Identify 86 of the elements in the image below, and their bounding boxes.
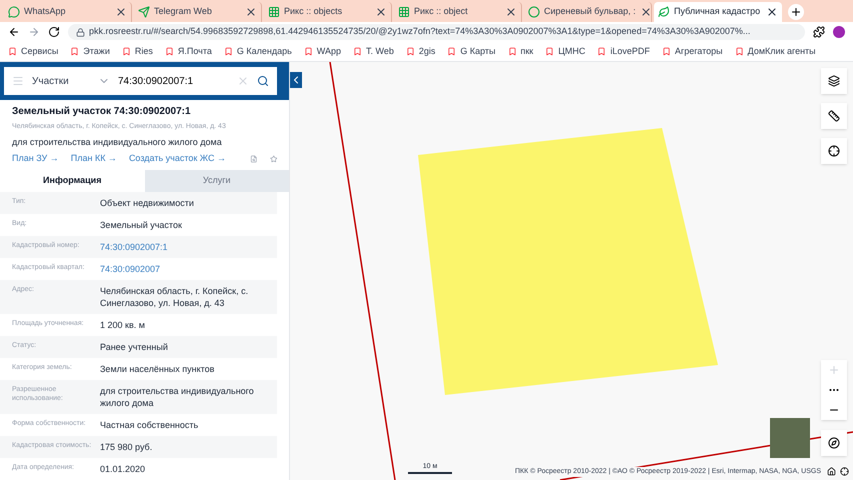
grid-icon — [268, 6, 280, 18]
bookmark-icon — [8, 47, 17, 56]
bookmark[interactable]: G Карты — [447, 44, 496, 58]
bookmark[interactable]: пкк — [508, 44, 534, 58]
search-document-icon[interactable] — [250, 152, 258, 165]
bookmark[interactable]: Агрегаторы — [662, 44, 723, 58]
field-value: Земельный участок — [100, 218, 182, 230]
bookmark-icon — [545, 47, 554, 56]
ruler-icon — [828, 110, 840, 122]
field-value: 01.01.2020 — [100, 462, 146, 474]
field-value: 175 980 руб. — [100, 440, 152, 452]
reload-icon[interactable] — [48, 26, 60, 38]
forward-icon[interactable] — [28, 26, 40, 38]
bookmark-icon — [70, 47, 80, 56]
field-value: Земли населённых пунктов — [100, 362, 214, 374]
bookmark[interactable]: Этажи — [70, 44, 110, 58]
bookmark[interactable]: 2gis — [406, 44, 436, 58]
layers-icon — [828, 75, 840, 87]
panel-tab[interactable]: Услуги — [144, 170, 289, 192]
crosshair-icon[interactable] — [840, 467, 849, 476]
bookmark-icon — [734, 47, 744, 56]
paper-plane-icon — [138, 6, 150, 18]
bookmark[interactable]: ЦМНС — [545, 44, 586, 58]
bookmark-icon — [164, 47, 174, 56]
avatar[interactable] — [833, 26, 845, 38]
bookmark-icon — [352, 47, 362, 56]
bookmark[interactable]: Ries — [122, 44, 153, 58]
field-value: для строительства индивидуального жилого дома — [100, 384, 255, 408]
new-tab-icon[interactable] — [788, 4, 804, 20]
star-icon[interactable] — [270, 152, 277, 165]
search-field[interactable]: 74:30:0902007:1 — [118, 74, 229, 88]
extensions-icon[interactable] — [813, 26, 825, 38]
satellite-thumbnail[interactable] — [770, 418, 810, 458]
bookmark-icon — [662, 47, 671, 56]
crosshair-icon — [828, 145, 840, 157]
field-value: Объект недвижимости — [100, 196, 194, 208]
field-value: Челябинская область, г. Копейск, с. Синеглазово, ул. Новая, д. 43 — [100, 284, 250, 308]
category-select[interactable]: Участки — [32, 74, 90, 88]
close-icon[interactable] — [640, 6, 652, 18]
close-icon[interactable] — [115, 6, 127, 18]
bookmark[interactable]: G Календарь — [224, 44, 292, 58]
circle-icon — [528, 6, 540, 18]
bookmark-icon — [122, 47, 131, 56]
bookmark[interactable]: Сервисы — [8, 44, 58, 58]
home-icon[interactable] — [827, 467, 836, 476]
ruler-button[interactable] — [821, 103, 847, 129]
chat-icon — [8, 6, 20, 18]
object-purpose: для строительства индивидуального жилого дома — [12, 136, 223, 149]
bookmark[interactable]: ДомКлик агенты — [734, 44, 816, 58]
bookmark-icon — [406, 47, 415, 56]
plus-icon — [828, 364, 840, 376]
link[interactable]: План КК → — [70, 152, 117, 166]
bookmark-icon — [508, 47, 516, 56]
address-bar[interactable]: pkk.rosreestr.ru/#/search/54.99683592729898,61.442946135524735/20/@2y1wz7ofn?text=74%3A30%3A0902007%3A1&type=1&opened=74%3A30%3A902007%... — [68, 24, 805, 40]
close-icon[interactable] — [375, 6, 387, 18]
search-icon[interactable] — [257, 75, 269, 87]
back-icon[interactable] — [8, 26, 20, 38]
leaf-icon — [658, 6, 670, 18]
compass-icon — [828, 437, 840, 449]
bookmark[interactable]: T. Web — [352, 44, 394, 58]
field-link[interactable]: 74:30:0902007:1 — [100, 240, 168, 252]
bookmark-icon — [447, 47, 456, 56]
field-value: 1 200 кв. м — [100, 318, 145, 330]
layers-button[interactable] — [821, 68, 847, 94]
scale-bar — [408, 472, 452, 474]
close-icon[interactable] — [505, 6, 517, 18]
compass-button[interactable] — [821, 430, 847, 456]
bookmark[interactable]: Я.Почта — [164, 44, 212, 58]
field-value: Ранее учтенный — [100, 340, 168, 352]
bookmark[interactable]: iLovePDF — [597, 44, 650, 58]
link[interactable]: Создать участок ЖС → — [128, 152, 226, 166]
grid-icon — [398, 6, 410, 18]
close-icon[interactable] — [245, 6, 257, 18]
locate-button[interactable] — [821, 138, 847, 164]
object-title: Земельный участок 74:30:0902007:1 — [12, 105, 192, 119]
collapse-icon[interactable] — [290, 72, 302, 88]
close-icon[interactable] — [766, 6, 778, 18]
link[interactable]: План ЗУ → — [12, 152, 59, 166]
bookmark-icon — [597, 47, 606, 56]
field-value: Частная собственность — [100, 418, 198, 430]
bookmark-icon — [224, 47, 233, 56]
lock-icon — [76, 28, 85, 36]
bookmark[interactable]: WApp — [304, 44, 341, 58]
field-link[interactable]: 74:30:0902007 — [100, 262, 160, 274]
browser-tab[interactable]: Публичная кадастро — [654, 2, 782, 22]
bookmark-icon — [304, 47, 313, 56]
